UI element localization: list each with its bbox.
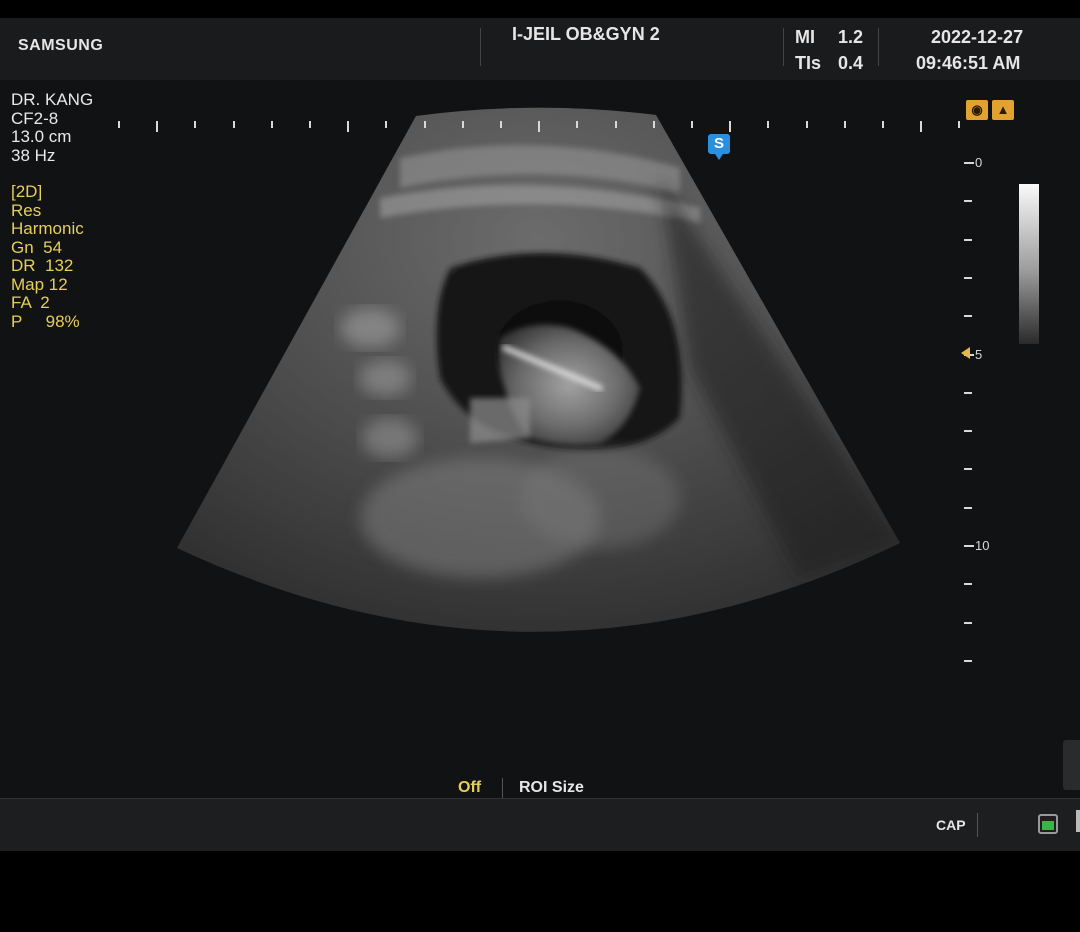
cap-button[interactable]: CAP: [936, 817, 966, 833]
depth-tick: [964, 276, 972, 279]
status-divider: [977, 813, 978, 837]
depth-tick: [964, 583, 972, 586]
roi-status-value[interactable]: Off: [458, 779, 481, 797]
depth-tick: [964, 506, 972, 509]
ultrasound-image: [177, 107, 900, 632]
ruler-tick: [461, 121, 464, 128]
res-label: Res: [11, 200, 42, 220]
depth-tick: [964, 315, 972, 318]
ruler-tick: [385, 121, 388, 128]
status-bar: [0, 798, 1080, 851]
ruler-tick: [538, 121, 541, 132]
grayscale-bar: [1019, 184, 1039, 344]
ruler-tick: [194, 121, 197, 128]
probe-info-panel: DR. KANG CF2-8 13.0 cm 38 Hz: [11, 90, 94, 165]
depth-tick: [964, 621, 972, 624]
depth-tick: [964, 545, 974, 547]
operator-name: DR. KANG: [11, 90, 94, 109]
ruler-tick: [423, 121, 426, 128]
ruler-tick: [920, 121, 923, 132]
depth-tick: [964, 200, 972, 203]
orientation-marker-icon: ▲: [992, 100, 1014, 120]
ruler-tick: [309, 121, 311, 128]
ruler-tick: [270, 121, 273, 128]
depth-tick: [964, 659, 972, 662]
ruler-tick: [118, 121, 120, 128]
s-marker-icon: S: [708, 134, 730, 160]
ruler-tick: [882, 121, 884, 128]
frame-rate: 38 Hz: [11, 145, 56, 165]
roi-divider: [502, 778, 503, 798]
depth-scale: 0 5 10: [955, 148, 1015, 678]
depth-label: 10: [975, 538, 990, 553]
depth-tick: [964, 430, 972, 433]
depth-tick: [964, 391, 972, 394]
ruler-tick: [576, 121, 579, 128]
fa-value: FA 2: [11, 293, 50, 312]
power-value: P 98%: [11, 311, 80, 331]
battery-icon: [1038, 814, 1058, 834]
ruler-tick: [652, 121, 655, 128]
ruler-tick: [767, 121, 770, 128]
ruler-tick: [691, 121, 693, 128]
ruler-tick: [500, 121, 502, 128]
focus-arrow-icon[interactable]: [961, 347, 970, 359]
harmonic-label: Harmonic: [11, 219, 84, 238]
side-panel-handle[interactable]: [1063, 740, 1080, 790]
orientation-marker-icon: ◉: [966, 100, 988, 120]
ruler-tick: [156, 121, 159, 132]
depth-tick: [964, 238, 972, 241]
depth-tick: [964, 468, 972, 471]
ruler-tick: [729, 121, 732, 132]
screen: SAMSUNG I-JEIL OB&GYN 2 MI 1.2 TIs 0.4 2…: [0, 0, 1080, 932]
map-value: Map 12: [11, 274, 68, 294]
mode-label: [2D]: [11, 182, 43, 201]
depth-tick: [964, 162, 974, 164]
side-panel-tab[interactable]: [1076, 810, 1080, 832]
ruler-tick: [958, 121, 961, 128]
ruler-tick: [805, 121, 808, 128]
imaging-params-panel: [2D] Res Harmonic Gn 54 DR 132 Map 12 FA…: [11, 182, 84, 331]
roi-size-label[interactable]: ROI Size: [519, 779, 584, 797]
ruler-tick: [232, 121, 235, 128]
ultrasound-monitor: SAMSUNG I-JEIL OB&GYN 2 MI 1.2 TIs 0.4 2…: [0, 18, 1080, 851]
ruler-tick: [614, 121, 617, 128]
dynamic-range-value: DR 132: [11, 256, 74, 275]
gain-value: Gn 54: [11, 237, 63, 257]
ruler-tick: [843, 121, 846, 128]
probe-name: CF2-8: [11, 108, 59, 128]
depth-value: 13.0 cm: [11, 127, 72, 146]
lateral-ruler: [110, 118, 970, 132]
ruler-tick: [347, 121, 350, 132]
depth-label: 0: [975, 155, 983, 170]
depth-label: 5: [975, 346, 983, 362]
